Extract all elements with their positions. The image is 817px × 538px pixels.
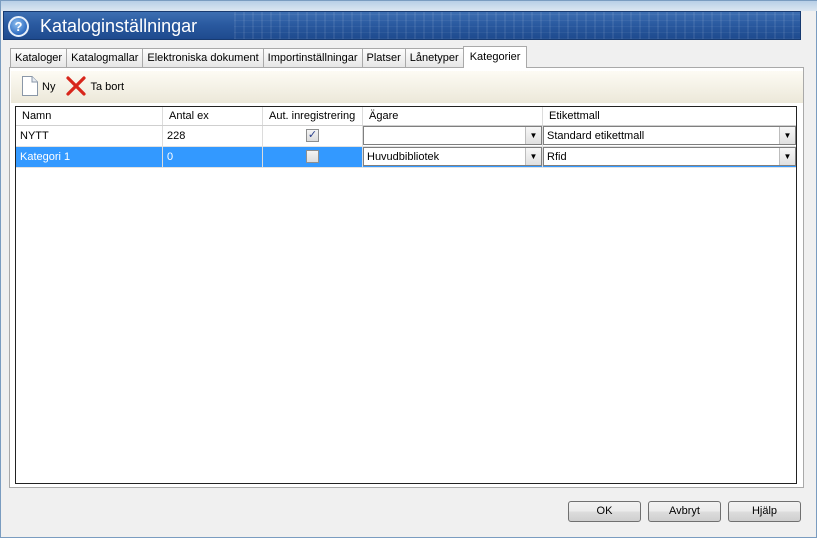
help-icon[interactable]: ? bbox=[8, 16, 29, 37]
column-header-owner[interactable]: Ägare bbox=[363, 107, 543, 125]
red-x-delete-icon bbox=[65, 75, 90, 100]
label-template-dropdown-value: Standard etikettmall bbox=[547, 130, 645, 142]
column-header-count[interactable]: Antal ex bbox=[163, 107, 263, 125]
new-button[interactable]: Ny bbox=[21, 75, 55, 100]
grid-header: Namn Antal ex Aut. inregistrering Ägare … bbox=[16, 107, 796, 126]
dropdown-arrow-icon[interactable]: ▼ bbox=[525, 127, 541, 144]
check-mark-icon: ✓ bbox=[307, 129, 318, 141]
dropdown-arrow-icon[interactable]: ▼ bbox=[779, 127, 795, 144]
cell-owner: Huvudbibliotek ▼ bbox=[363, 147, 543, 167]
window-title: Kataloginställningar bbox=[40, 16, 198, 36]
dropdown-arrow-icon[interactable]: ▼ bbox=[525, 148, 541, 165]
tab-elektroniska-dokument[interactable]: Elektroniska dokument bbox=[142, 48, 264, 68]
new-document-icon bbox=[21, 75, 42, 100]
delete-button[interactable]: Ta bort bbox=[65, 75, 124, 100]
cancel-button[interactable]: Avbryt bbox=[648, 501, 721, 522]
title-bar[interactable]: ? Kataloginställningar bbox=[3, 11, 801, 40]
label-template-dropdown[interactable]: Rfid ▼ bbox=[543, 147, 796, 166]
cell-auto-registration: ✓ bbox=[263, 126, 363, 146]
tab-kategorier[interactable]: Kategorier bbox=[462, 46, 528, 68]
window-frame-top bbox=[1, 1, 817, 11]
dialog-window: ? Kataloginställningar Kataloger Katalog… bbox=[0, 0, 817, 538]
tab-katalogmallar[interactable]: Katalogmallar bbox=[66, 48, 144, 68]
cell-label-template: Standard etikettmall ▼ bbox=[543, 126, 796, 146]
column-header-auto-registration[interactable]: Aut. inregistrering bbox=[263, 107, 363, 125]
cell-auto-registration bbox=[263, 147, 363, 167]
table-row[interactable]: NYTT 228 ✓ ▼ Standard etikettmall ▼ bbox=[16, 126, 796, 147]
cell-count[interactable]: 228 bbox=[163, 126, 263, 146]
owner-dropdown[interactable]: Huvudbibliotek ▼ bbox=[363, 147, 542, 166]
cell-owner: ▼ bbox=[363, 126, 543, 146]
ok-button[interactable]: OK bbox=[568, 501, 641, 522]
toolbar: Ny Ta bort bbox=[11, 71, 803, 103]
cell-label-template: Rfid ▼ bbox=[543, 147, 796, 167]
dropdown-arrow-icon[interactable]: ▼ bbox=[779, 148, 795, 165]
tab-kataloger[interactable]: Kataloger bbox=[10, 48, 68, 68]
label-template-dropdown-value: Rfid bbox=[547, 151, 567, 163]
table-row[interactable]: Kategori 1 0 Huvudbibliotek ▼ Rfid ▼ bbox=[16, 147, 796, 168]
label-template-dropdown[interactable]: Standard etikettmall ▼ bbox=[543, 126, 796, 145]
new-button-label: Ny bbox=[42, 81, 56, 93]
help-button[interactable]: Hjälp bbox=[728, 501, 801, 522]
tab-strip: Kataloger Katalogmallar Elektroniska dok… bbox=[10, 46, 528, 68]
auto-registration-checkbox[interactable]: ✓ bbox=[306, 129, 319, 142]
tab-importinstallningar[interactable]: Importinställningar bbox=[262, 48, 363, 68]
tab-lanetyper[interactable]: Lånetyper bbox=[404, 48, 464, 68]
categories-grid: Namn Antal ex Aut. inregistrering Ägare … bbox=[15, 106, 797, 484]
tab-panel-kategorier: Ny Ta bort Namn Antal ex Aut. inregistre… bbox=[9, 67, 804, 488]
tab-platser[interactable]: Platser bbox=[361, 48, 406, 68]
owner-dropdown-value: Huvudbibliotek bbox=[367, 151, 440, 163]
column-header-name[interactable]: Namn bbox=[16, 107, 163, 125]
auto-registration-checkbox[interactable] bbox=[306, 150, 319, 163]
title-bar-pattern bbox=[234, 12, 800, 39]
cell-name[interactable]: Kategori 1 bbox=[16, 147, 163, 167]
cell-count[interactable]: 0 bbox=[163, 147, 263, 167]
cell-name[interactable]: NYTT bbox=[16, 126, 163, 146]
owner-dropdown[interactable]: ▼ bbox=[363, 126, 542, 145]
delete-button-label: Ta bort bbox=[90, 81, 125, 93]
column-header-label-template[interactable]: Etikettmall bbox=[543, 107, 796, 125]
